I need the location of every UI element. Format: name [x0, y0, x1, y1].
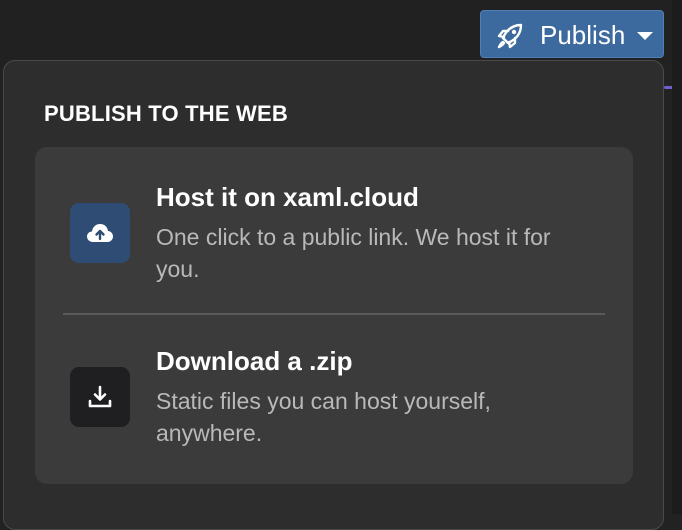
host-on-xaml-cloud-option[interactable]: Host it on xaml.cloud One click to a pub… — [35, 147, 633, 313]
cloud-upload-icon — [70, 203, 130, 263]
host-option-description: One click to a public link. We host it f… — [156, 224, 551, 282]
section-title: PUBLISH TO THE WEB — [44, 101, 288, 126]
publish-button[interactable]: Publish — [480, 10, 664, 58]
chevron-down-icon — [637, 32, 653, 40]
zip-option-title: Download a .zip — [156, 346, 353, 376]
download-icon — [70, 367, 130, 427]
download-zip-option[interactable]: Download a .zip Static files you can hos… — [35, 315, 633, 484]
options-card: Host it on xaml.cloud One click to a pub… — [35, 147, 633, 484]
publish-label: Publish — [540, 20, 626, 50]
host-option-title: Host it on xaml.cloud — [156, 182, 419, 212]
zip-option-description: Static files you can host yourself, anyw… — [156, 388, 491, 446]
publish-dropdown: PUBLISH TO THE WEB Host it on xaml.cloud… — [3, 60, 664, 530]
background-edge — [672, 0, 682, 514]
rocket-icon — [495, 21, 525, 51]
